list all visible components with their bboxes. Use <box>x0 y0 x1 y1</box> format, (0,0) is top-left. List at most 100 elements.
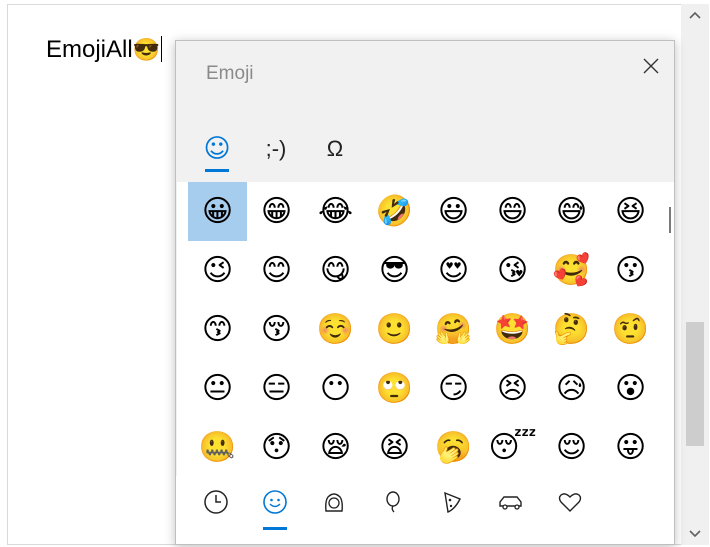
heart-icon <box>558 493 582 512</box>
chevron-down-icon <box>689 530 701 538</box>
tab-active-indicator <box>205 169 229 172</box>
emoji-cell[interactable]: 🙂 <box>365 300 424 359</box>
emoji-glyph: 🥰 <box>552 252 591 288</box>
emoji-cell[interactable]: 😅 <box>542 182 601 241</box>
emoji-cell[interactable]: 😉 <box>188 241 247 300</box>
emoji-cell[interactable]: 🙄 <box>365 359 424 418</box>
category-symbols[interactable] <box>550 482 590 522</box>
category-recent[interactable] <box>196 482 236 522</box>
emoji-grid: 😀 😁 😂 🤣 😃 😄 😅 😆 😉 😊 😋 😎 😍 😘 🥰 😗 😙 😚 ☺️ 🙂 🤗 🤩 🤔 🤨 😐 😑 😶 🙄 😏 😣 😥 😮 🤐 😯 😪 😫 🥱 😴 😌… <box>188 182 660 476</box>
emoji-cell[interactable]: 🥰 <box>542 241 601 300</box>
category-food[interactable] <box>432 482 472 522</box>
tab-emoji[interactable]: ☺ <box>192 121 242 177</box>
balloon-icon <box>386 491 400 513</box>
emoji-glyph: 🥱 <box>434 429 473 465</box>
emoji-glyph: 😑 <box>260 370 293 406</box>
emoji-cell[interactable]: 😍 <box>424 241 483 300</box>
category-smileys[interactable] <box>255 482 295 530</box>
document-text: EmojiAll <box>46 36 133 63</box>
person-icon <box>325 493 343 512</box>
scroll-thumb[interactable] <box>686 322 704 446</box>
scroll-down-button[interactable] <box>681 523 709 545</box>
tab-kaomoji[interactable]: ;-) <box>251 121 301 177</box>
emoji-glyph: 😘 <box>496 252 529 288</box>
emoji-cell[interactable]: 😐 <box>188 359 247 418</box>
emoji-cell[interactable]: 😴 <box>483 418 542 476</box>
close-icon <box>643 58 659 74</box>
text-cursor <box>161 36 163 62</box>
emoji-cell[interactable]: 😯 <box>247 418 306 476</box>
emoji-grid-scrollbar[interactable] <box>669 207 671 233</box>
emoji-cell[interactable]: 😑 <box>247 359 306 418</box>
emoji-cell[interactable]: 😫 <box>365 418 424 476</box>
emoji-cell[interactable]: 😃 <box>424 182 483 241</box>
emoji-glyph: 😍 <box>437 252 470 288</box>
emoji-cell[interactable]: 😆 <box>601 182 660 241</box>
emoji-cell[interactable]: 🤣 <box>365 182 424 241</box>
emoji-cell[interactable]: 😥 <box>542 359 601 418</box>
emoji-glyph: 😄 <box>496 193 529 229</box>
scroll-up-button[interactable] <box>681 4 709 26</box>
emoji-cell[interactable]: 😋 <box>306 241 365 300</box>
category-active-indicator <box>263 527 287 530</box>
emoji-cell[interactable]: 🥱 <box>424 418 483 476</box>
emoji-glyph: 😣 <box>496 370 529 406</box>
emoji-glyph: 🤔 <box>552 311 591 347</box>
emoji-glyph: 😎 <box>378 252 411 288</box>
emoji-grid-area: 😀 😁 😂 🤣 😃 😄 😅 😆 😉 😊 😋 😎 😍 😘 🥰 😗 😙 😚 ☺️ 🙂 🤗 🤩 🤔 🤨 😐 😑 😶 🙄 😏 😣 😥 😮 🤐 😯 😪 😫 🥱 😴 😌… <box>177 182 674 476</box>
emoji-cell[interactable]: 😪 <box>306 418 365 476</box>
emoji-cell[interactable]: 😀 <box>188 182 247 241</box>
emoji-glyph: 😙 <box>201 311 234 347</box>
emoji-cell[interactable]: 😏 <box>424 359 483 418</box>
emoji-glyph: 😊 <box>260 252 293 288</box>
pizza-icon <box>444 491 461 513</box>
emoji-cell[interactable]: 😘 <box>483 241 542 300</box>
vertical-scrollbar[interactable] <box>681 4 709 545</box>
emoji-cell[interactable]: 😙 <box>188 300 247 359</box>
emoji-cell[interactable]: 😁 <box>247 182 306 241</box>
emoji-glyph: 😁 <box>260 193 293 229</box>
category-people[interactable] <box>314 482 354 522</box>
emoji-glyph: 🙂 <box>375 311 414 347</box>
car-icon <box>499 496 522 510</box>
emoji-cell[interactable]: 🤨 <box>601 300 660 359</box>
category-travel[interactable] <box>491 482 531 522</box>
emoji-glyph: 😫 <box>378 429 411 465</box>
emoji-cell[interactable]: 😶 <box>306 359 365 418</box>
emoji-glyph: 😯 <box>260 429 293 465</box>
emoji-cell[interactable]: 😊 <box>247 241 306 300</box>
emoji-glyph: 🤗 <box>434 311 473 347</box>
emoji-cell[interactable]: 😌 <box>542 418 601 476</box>
emoji-cell[interactable]: 😛 <box>601 418 660 476</box>
close-button[interactable] <box>638 53 664 79</box>
emoji-cell[interactable]: 🤩 <box>483 300 542 359</box>
tab-symbols[interactable]: Ω <box>310 121 360 177</box>
category-celebration[interactable] <box>373 482 413 522</box>
emoji-cell[interactable]: 🤐 <box>188 418 247 476</box>
emoji-cell[interactable]: 😂 <box>306 182 365 241</box>
emoji-glyph: 😅 <box>555 193 588 229</box>
kaomoji-tab-label: ;-) <box>265 136 287 161</box>
emoji-cell[interactable]: 😮 <box>601 359 660 418</box>
emoji-cell[interactable]: 😣 <box>483 359 542 418</box>
emoji-glyph: 😃 <box>437 193 470 229</box>
emoji-glyph: ☺️ <box>316 311 355 347</box>
emoji-cell[interactable]: 😎 <box>365 241 424 300</box>
panel-title: Emoji <box>206 63 254 84</box>
emoji-glyph: 😂 <box>317 193 354 229</box>
emoji-glyph: 😪 <box>319 429 352 465</box>
symbols-tab-label: Ω <box>326 136 344 161</box>
emoji-cell[interactable]: 😄 <box>483 182 542 241</box>
emoji-cell[interactable]: 😚 <box>247 300 306 359</box>
emoji-glyph: 😉 <box>201 252 234 288</box>
emoji-glyph: 😐 <box>201 370 234 406</box>
emoji-cell[interactable]: 🤗 <box>424 300 483 359</box>
emoji-cell[interactable]: 😗 <box>601 241 660 300</box>
emoji-glyph: 😗 <box>614 252 647 288</box>
emoji-cell[interactable]: 🤔 <box>542 300 601 359</box>
emoji-glyph: 😶 <box>319 370 352 406</box>
emoji-glyph: 🤨 <box>611 311 650 347</box>
emoji-cell[interactable]: ☺️ <box>306 300 365 359</box>
document-text-line[interactable]: EmojiAll😎 <box>46 35 163 65</box>
emoji-panel: Emoji ☺ ;-) Ω 😀 😁 😂 🤣 😃 😄 😅 😆 😉 😊 😋 😎 😍 😘 🥰 😗 😙 😚 ☺️ 🙂 🤗 🤩 🤔 🤨 😐… <box>175 40 675 545</box>
